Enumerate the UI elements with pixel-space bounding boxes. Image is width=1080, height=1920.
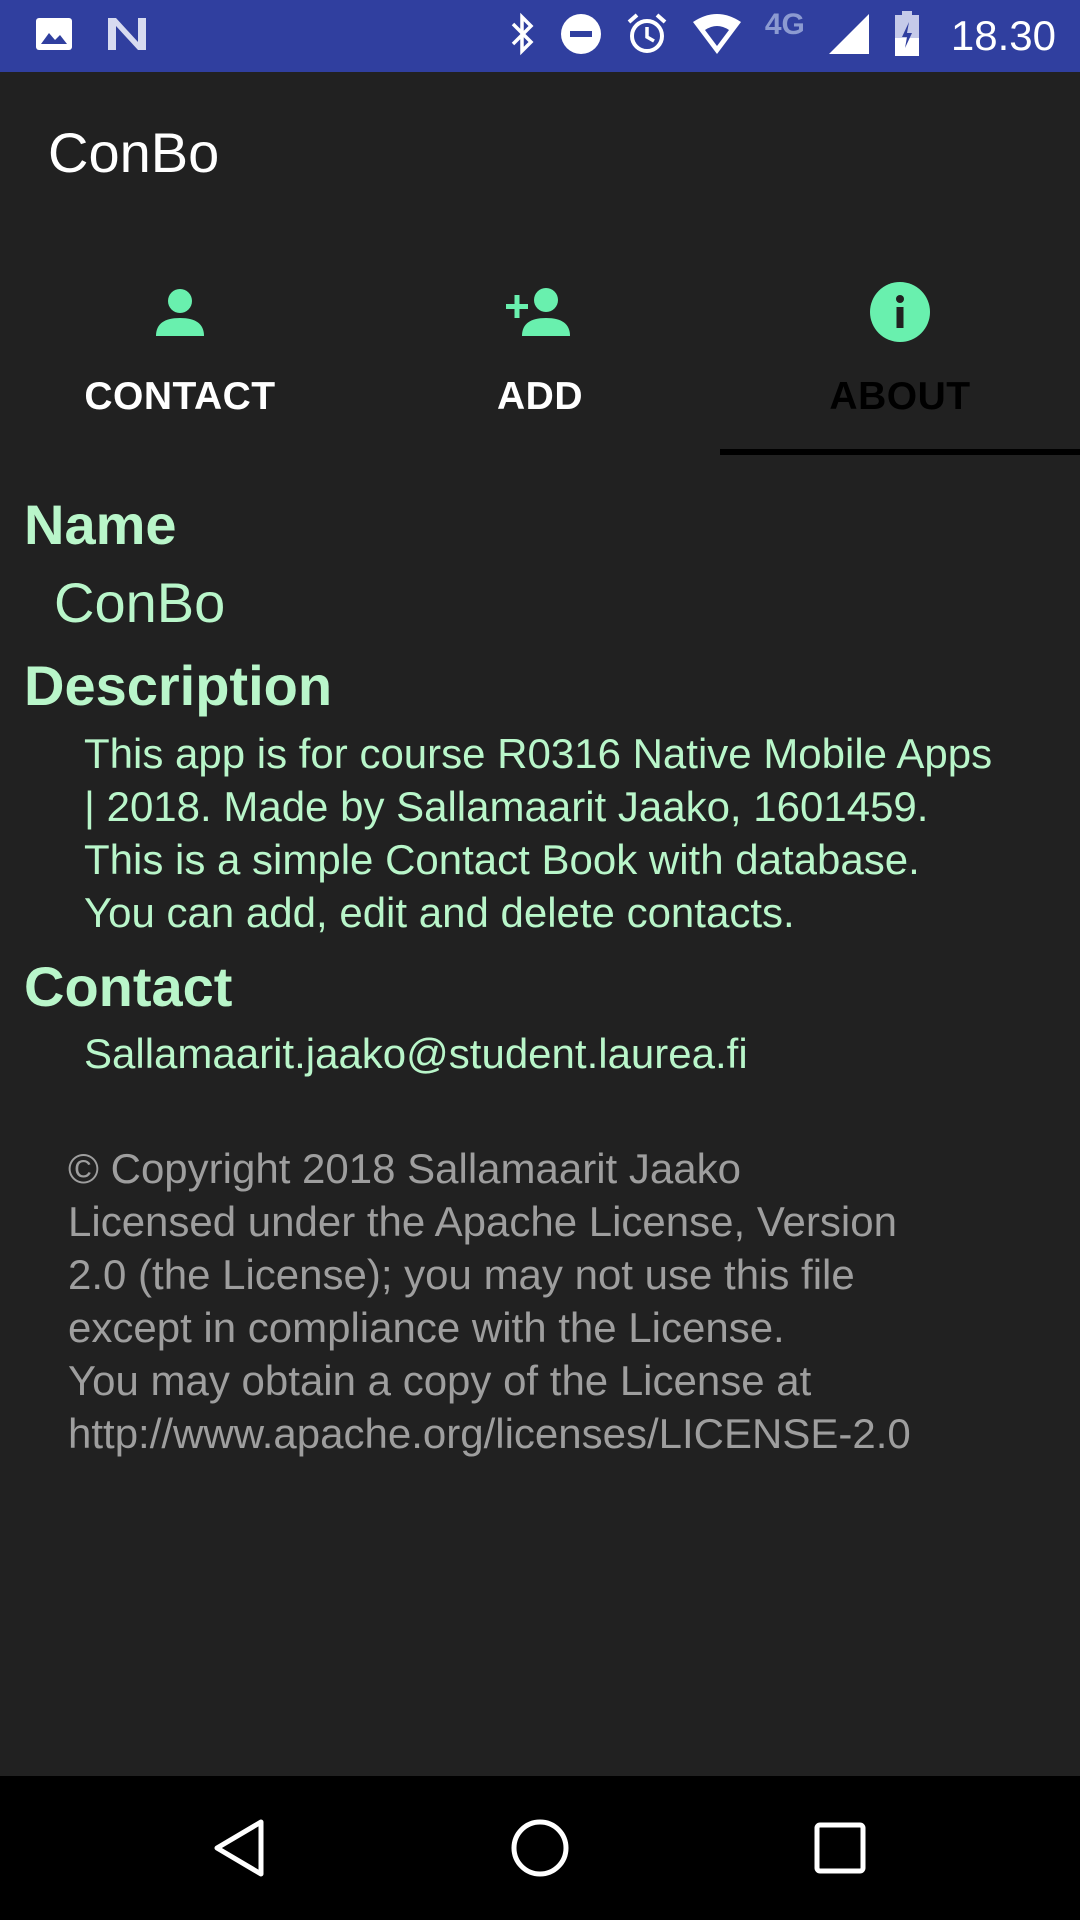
do-not-disturb-icon [559,12,603,61]
screen: 4G 18.30 ConBo CONTACT ADD ABOUT Name Co… [0,0,1080,1920]
name-heading: Name [24,493,177,556]
tab-contact[interactable]: CONTACT [0,255,360,455]
battery-icon [893,10,921,63]
description-heading: Description [24,654,333,717]
home-icon[interactable] [504,1812,576,1884]
app-title: ConBo [48,121,220,184]
license-line: You may obtain a copy of the License at [68,1357,812,1404]
n-notification-icon [104,14,150,59]
tab-add-label: ADD [497,375,583,418]
network-type: 4G [764,8,805,41]
tab-contact-label: CONTACT [84,375,276,418]
recents-icon[interactable] [804,1812,876,1884]
tab-about-label: ABOUT [829,375,971,418]
description-line: This is a simple Contact Book with datab… [84,836,920,883]
license-line: Licensed under the Apache License, Versi… [68,1198,897,1245]
license-line: © Copyright 2018 Sallamaarit Jaako [68,1145,741,1192]
bluetooth-icon [507,12,537,61]
description-line: This app is for course R0316 Native Mobi… [84,730,993,777]
license-line: 2.0 (the License); you may not use this … [68,1251,855,1298]
info-icon [720,277,1080,347]
license-line: except in compliance with the License. [68,1304,785,1351]
app-name-value: ConBo [54,571,226,634]
clock: 18.30 [950,12,1056,59]
add-person-icon [360,277,720,347]
tab-add[interactable]: ADD [360,255,720,455]
signal-icon [827,12,871,61]
tab-indicator [720,449,1080,455]
contact-email: Sallamaarit.jaako@student.laurea.fi [84,1030,748,1077]
tab-about[interactable]: ABOUT [720,255,1080,455]
contact-heading: Contact [24,955,233,1018]
license-link: http://www.apache.org/licenses/LICENSE-2… [68,1410,911,1457]
back-icon[interactable] [205,1812,277,1884]
alarm-icon [625,12,669,61]
image-icon [34,14,74,59]
status-bar: 4G 18.30 [0,0,1080,72]
navigation-bar [0,1776,1080,1920]
person-icon [0,277,360,347]
wifi-icon [691,12,743,61]
description-line: | 2018. Made by Sallamaarit Jaako, 16014… [84,783,929,830]
description-line: You can add, edit and delete contacts. [84,889,795,936]
tab-bar: CONTACT ADD ABOUT [0,255,1080,455]
